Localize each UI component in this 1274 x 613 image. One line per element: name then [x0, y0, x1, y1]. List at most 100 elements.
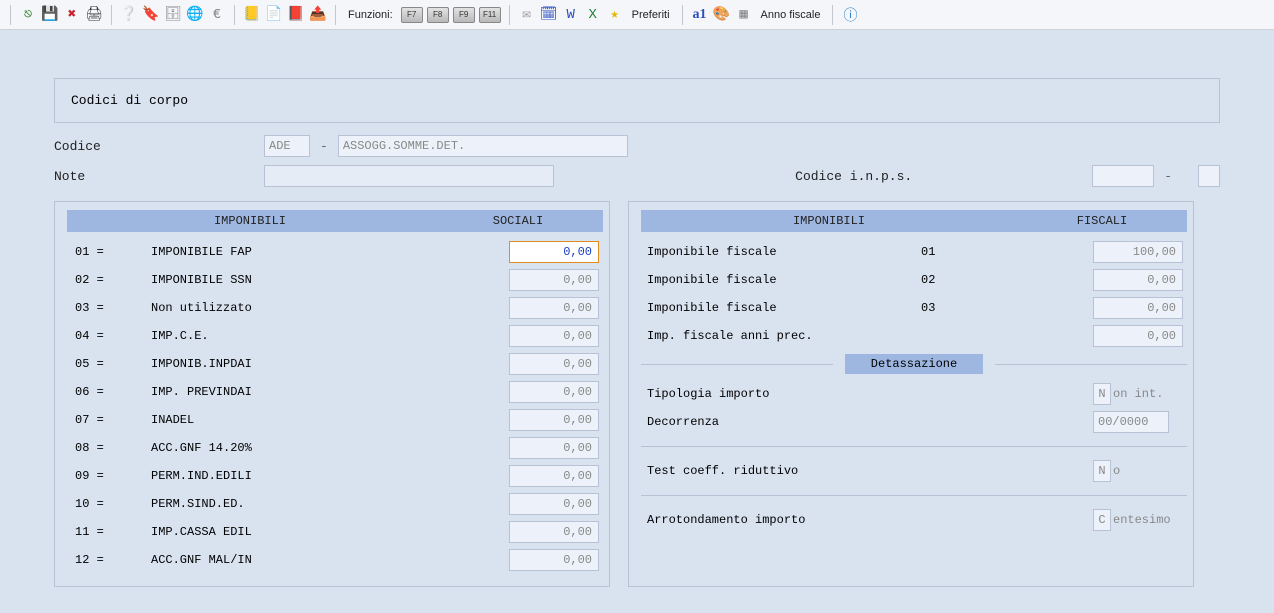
row-code: 11 = [67, 525, 151, 539]
row-value-input[interactable] [509, 381, 599, 403]
sociali-row: 10 =PERM.SIND.ED. [67, 490, 603, 518]
excel-icon[interactable]: X [584, 6, 602, 24]
fiscali-value-input[interactable] [1093, 241, 1183, 263]
sociali-row: 08 =ACC.GNF 14.20% [67, 434, 603, 462]
sociali-header: IMPONIBILI SOCIALI [67, 210, 603, 232]
sociali-row: 04 =IMP.C.E. [67, 322, 603, 350]
fiscali-header-right: FISCALI [1017, 214, 1187, 228]
sociali-row: 01 =IMPONIBILE FAP [67, 238, 603, 266]
fiscali-value-input[interactable] [1093, 297, 1183, 319]
row-value-input[interactable] [509, 297, 599, 319]
row-code: 05 = [67, 357, 151, 371]
row-code: 12 = [67, 553, 151, 567]
sociali-row: 11 =IMP.CASSA EDIL [67, 518, 603, 546]
world-icon[interactable]: 🌐 [186, 6, 204, 24]
row-value-input[interactable] [509, 437, 599, 459]
detassazione-separator: Detassazione [641, 354, 1187, 374]
fiscali-row: Imp. fiscale anni prec. [641, 322, 1187, 350]
form-header: Codice - Note Codice i.n.p.s. - [54, 135, 1220, 187]
calendar-icon[interactable]: 🗓 [540, 6, 558, 24]
row-name: IMPONIBILE FAP [151, 245, 509, 259]
codice-label: Codice [54, 139, 264, 154]
row-value-input[interactable] [509, 521, 599, 543]
row-name: PERM.IND.EDILI [151, 469, 509, 483]
print-icon[interactable]: 🖨 [85, 6, 103, 24]
row-value-input[interactable] [509, 465, 599, 487]
help-icon[interactable]: ❔ [120, 6, 138, 24]
exit-icon[interactable]: ⎋ [19, 6, 37, 24]
grid-icon[interactable]: ▦ [735, 6, 753, 24]
row-value-input[interactable] [509, 409, 599, 431]
f11-key[interactable]: F11 [479, 7, 501, 23]
row-value-input[interactable] [509, 269, 599, 291]
arrotondamento-char-input[interactable] [1093, 509, 1111, 531]
row-name: INADEL [151, 413, 509, 427]
book-icon[interactable]: 📒 [243, 6, 261, 24]
inps-code2-input[interactable] [1198, 165, 1220, 187]
inps-code1-input[interactable] [1092, 165, 1154, 187]
codice-input[interactable] [264, 135, 310, 157]
row-name: IMPONIBILE SSN [151, 273, 509, 287]
tipologia-char-input[interactable] [1093, 383, 1111, 405]
row-value-input[interactable] [509, 241, 599, 263]
fiscali-value-input[interactable] [1093, 269, 1183, 291]
font-icon[interactable]: a1 [691, 6, 709, 24]
row-value-input[interactable] [509, 325, 599, 347]
row-name: Non utilizzato [151, 301, 509, 315]
inps-label: Codice i.n.p.s. [795, 169, 912, 184]
delete-icon[interactable]: ✖ [63, 6, 81, 24]
fiscali-header: IMPONIBILI FISCALI [641, 210, 1187, 232]
row-value-input[interactable] [509, 353, 599, 375]
f7-key[interactable]: F7 [401, 7, 423, 23]
row-value-input[interactable] [509, 493, 599, 515]
page-icon[interactable]: 📄 [265, 6, 283, 24]
preferiti-label[interactable]: Preferiti [632, 9, 670, 21]
fiscali-name: Imponibile fiscale [641, 245, 921, 259]
euro-icon[interactable]: € [208, 6, 226, 24]
sociali-row: 02 =IMPONIBILE SSN [67, 266, 603, 294]
row-name: IMPONIB.INPDAI [151, 357, 509, 371]
fiscali-header-left: IMPONIBILI [641, 214, 1017, 228]
f9-key[interactable]: F9 [453, 7, 475, 23]
test-coeff-char-input[interactable] [1093, 460, 1111, 482]
row-code: 04 = [67, 329, 151, 343]
tipologia-rest: on int. [1113, 387, 1183, 401]
f8-key[interactable]: F8 [427, 7, 449, 23]
fiscali-code: 03 [921, 301, 1029, 315]
anno-fiscale-label[interactable]: Anno fiscale [761, 9, 821, 21]
send-icon[interactable]: 📤 [309, 6, 327, 24]
row-name: IMP.C.E. [151, 329, 509, 343]
note-input[interactable] [264, 165, 554, 187]
row-name: IMP. PREVINDAI [151, 385, 509, 399]
row-code: 09 = [67, 469, 151, 483]
save-icon[interactable]: 💾 [41, 6, 59, 24]
info-icon[interactable]: ⓘ [841, 6, 859, 24]
row-name: ACC.GNF MAL/IN [151, 553, 509, 567]
codice-desc-input[interactable] [338, 135, 628, 157]
row-code: 07 = [67, 413, 151, 427]
sociali-row: 07 =INADEL [67, 406, 603, 434]
row-code: 08 = [67, 441, 151, 455]
palette-icon[interactable]: 🎨 [713, 6, 731, 24]
decorrenza-label: Decorrenza [647, 415, 1093, 429]
row-value-input[interactable] [509, 549, 599, 571]
fiscali-code: 01 [921, 245, 1029, 259]
arrotondamento-rest: entesimo [1113, 513, 1183, 527]
fiscali-value-input[interactable] [1093, 325, 1183, 347]
decorrenza-input[interactable] [1093, 411, 1169, 433]
fiscali-code: 02 [921, 273, 1029, 287]
main-columns: IMPONIBILI SOCIALI 01 =IMPONIBILE FAP02 … [54, 201, 1220, 587]
sociali-row: 06 =IMP. PREVINDAI [67, 378, 603, 406]
tag-icon[interactable]: 🔖 [142, 6, 160, 24]
sociali-header-right: SOCIALI [433, 214, 603, 228]
sociali-row: 03 =Non utilizzato [67, 294, 603, 322]
word-icon[interactable]: W [562, 6, 580, 24]
sociali-header-left: IMPONIBILI [67, 214, 433, 228]
row-code: 06 = [67, 385, 151, 399]
fiscali-name: Imponibile fiscale [641, 301, 921, 315]
book2-icon[interactable]: 📕 [287, 6, 305, 24]
db-icon[interactable]: 🗄 [164, 6, 182, 24]
fiscali-row: Imponibile fiscale02 [641, 266, 1187, 294]
star-icon[interactable]: ★ [606, 6, 624, 24]
mail-icon[interactable]: ✉ [518, 6, 536, 24]
